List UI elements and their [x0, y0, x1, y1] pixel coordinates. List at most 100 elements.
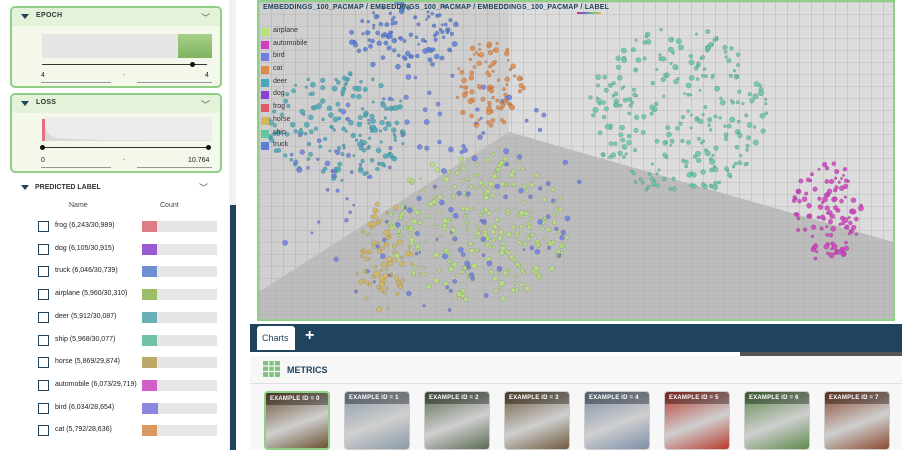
embedding-point[interactable] — [550, 187, 555, 192]
embedding-point[interactable] — [649, 111, 654, 116]
embedding-point[interactable] — [678, 44, 684, 51]
embedding-point[interactable] — [601, 153, 606, 158]
embedding-point[interactable] — [518, 188, 524, 194]
embedding-point[interactable] — [408, 55, 412, 59]
embedding-point[interactable] — [409, 262, 414, 266]
embedding-point[interactable] — [356, 93, 362, 100]
embedding-point[interactable] — [515, 274, 519, 278]
embedding-point[interactable] — [447, 217, 452, 221]
embedding-point[interactable] — [443, 247, 449, 253]
collapse-caret-icon[interactable] — [21, 14, 29, 19]
embedding-point[interactable] — [337, 161, 343, 167]
embedding-point[interactable] — [414, 53, 420, 59]
embedding-point[interactable] — [557, 229, 561, 234]
embedding-point[interactable] — [461, 77, 468, 84]
embedding-point[interactable] — [686, 109, 690, 113]
embedding-point[interactable] — [828, 233, 834, 238]
embedding-point[interactable] — [372, 23, 376, 27]
example-card[interactable]: EXAMPLE ID = 5 — [664, 391, 730, 450]
embedding-point[interactable] — [697, 118, 704, 125]
legend-item[interactable]: cat — [261, 64, 341, 77]
embedding-point[interactable] — [506, 231, 513, 238]
embedding-point[interactable] — [548, 265, 555, 272]
embedding-point[interactable] — [401, 278, 406, 283]
embedding-point[interactable] — [629, 169, 633, 173]
embedding-point[interactable] — [401, 256, 405, 260]
embedding-point[interactable] — [356, 121, 363, 128]
embedding-point[interactable] — [666, 131, 672, 138]
embedding-point[interactable] — [704, 150, 711, 157]
embedding-point[interactable] — [759, 112, 766, 119]
chevron-down-icon[interactable]: ﹀ — [201, 98, 210, 111]
embedding-point[interactable] — [764, 97, 768, 101]
embedding-point[interactable] — [352, 85, 359, 92]
example-card[interactable]: EXAMPLE ID = 7 — [824, 391, 890, 450]
embedding-point[interactable] — [705, 29, 711, 35]
embedding-point[interactable] — [455, 170, 461, 176]
embedding-point[interactable] — [367, 43, 373, 49]
embedding-point[interactable] — [529, 182, 535, 188]
label-filter-row[interactable]: cat (5,792/28,636) — [38, 424, 223, 440]
embedding-point[interactable] — [391, 48, 397, 53]
embedding-point[interactable] — [367, 118, 371, 122]
embedding-point[interactable] — [844, 240, 848, 245]
embedding-point[interactable] — [375, 244, 380, 249]
embedding-point[interactable] — [479, 218, 483, 223]
embedding-point[interactable] — [373, 264, 378, 269]
embedding-point[interactable] — [723, 132, 729, 137]
embedding-point[interactable] — [848, 220, 853, 226]
embedding-point[interactable] — [410, 181, 414, 186]
embedding-point[interactable] — [289, 157, 294, 162]
embedding-point[interactable] — [474, 223, 479, 228]
collapse-caret-icon[interactable] — [21, 185, 29, 190]
embedding-point[interactable] — [417, 42, 421, 46]
embedding-point[interactable] — [499, 106, 504, 111]
embedding-point[interactable] — [688, 75, 695, 81]
embedding-point[interactable] — [534, 248, 541, 255]
embedding-point[interactable] — [324, 160, 331, 167]
embedding-point[interactable] — [492, 275, 499, 282]
label-filter-row[interactable]: deer (5,912/30,087) — [38, 311, 223, 327]
embedding-point[interactable] — [384, 22, 390, 28]
embedding-point[interactable] — [466, 156, 471, 161]
embedding-point[interactable] — [537, 218, 544, 225]
embedding-point[interactable] — [634, 38, 638, 42]
embedding-point[interactable] — [675, 38, 682, 45]
embedding-point[interactable] — [614, 102, 620, 108]
embedding-point[interactable] — [390, 21, 395, 26]
embedding-point[interactable] — [384, 106, 389, 111]
embedding-point[interactable] — [437, 12, 442, 17]
embedding-point[interactable] — [480, 184, 485, 189]
embedding-point[interactable] — [522, 200, 527, 205]
embedding-point[interactable] — [669, 62, 673, 66]
embedding-point[interactable] — [395, 63, 401, 70]
embedding-point[interactable] — [734, 144, 740, 150]
embedding-point[interactable] — [474, 234, 479, 239]
embedding-point[interactable] — [372, 127, 379, 133]
embedding-point[interactable] — [660, 56, 667, 62]
embedding-point[interactable] — [683, 92, 686, 96]
embedding-point[interactable] — [501, 87, 506, 92]
embedding-point[interactable] — [660, 76, 666, 83]
embedding-point[interactable] — [479, 116, 483, 120]
embedding-point[interactable] — [377, 249, 382, 254]
embedding-point[interactable] — [421, 266, 425, 270]
embedding-point[interactable] — [521, 85, 526, 91]
embedding-point[interactable] — [397, 284, 403, 289]
embedding-point[interactable] — [449, 31, 454, 36]
embedding-point[interactable] — [369, 225, 374, 230]
embedding-point[interactable] — [517, 159, 521, 163]
embedding-point[interactable] — [344, 218, 349, 223]
embedding-point[interactable] — [383, 116, 388, 120]
embedding-point[interactable] — [483, 192, 488, 197]
embedding-point[interactable] — [719, 99, 726, 106]
embedding-point[interactable] — [564, 215, 571, 222]
embedding-point[interactable] — [541, 112, 547, 118]
embedding-point[interactable] — [434, 225, 439, 229]
embedding-point[interactable] — [414, 251, 419, 256]
embedding-point[interactable] — [840, 251, 846, 257]
embedding-point[interactable] — [467, 98, 474, 105]
embedding-point[interactable] — [375, 30, 381, 36]
embedding-point[interactable] — [662, 152, 668, 158]
embedding-point[interactable] — [372, 214, 378, 220]
